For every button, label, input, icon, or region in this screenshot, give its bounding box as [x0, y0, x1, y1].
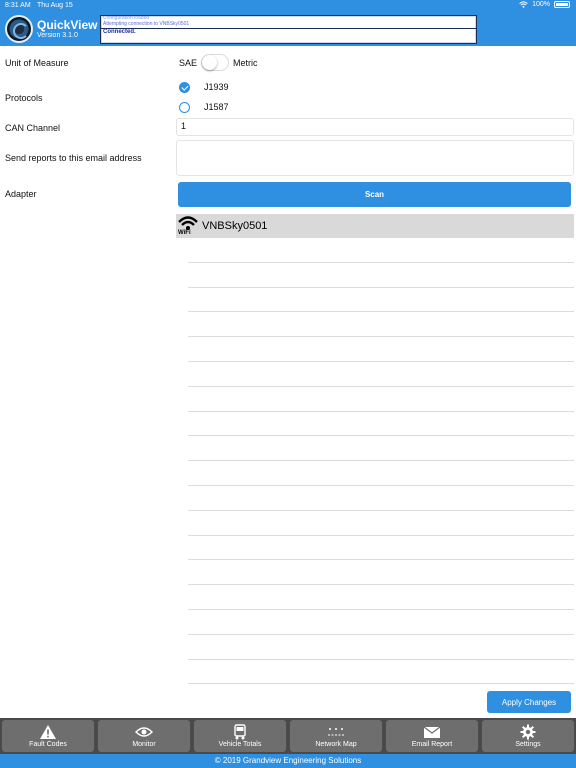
adapter-label: Adapter	[5, 189, 37, 199]
protocol-j1939-radio[interactable]	[179, 82, 190, 93]
unit-of-measure-label: Unit of Measure	[5, 58, 69, 68]
app-header: 8:31 AM Thu Aug 15 100% QuickView Versio…	[0, 0, 576, 46]
toggle-knob	[202, 55, 217, 70]
app-logo	[5, 15, 33, 43]
empty-list-row	[188, 337, 574, 362]
tab-network-map[interactable]: Network Map	[290, 720, 382, 752]
unit-sae-label: SAE	[179, 58, 198, 68]
empty-list-row	[188, 387, 574, 412]
empty-list-row	[188, 635, 574, 660]
status-time: 8:31 AM	[5, 2, 31, 9]
tab-label: Email Report	[411, 741, 453, 748]
empty-list-row	[188, 511, 574, 536]
protocols-label: Protocols	[5, 93, 43, 103]
network-icon	[327, 724, 345, 740]
adapter-device-name: VNBSky0501	[202, 220, 268, 232]
tab-bar: Fault Codes Monitor Vehicle Totals Netwo…	[0, 718, 576, 754]
tab-label: Settings	[515, 741, 541, 748]
protocol-j1939-label[interactable]: J1939	[204, 82, 229, 92]
tab-label: Monitor	[132, 741, 156, 748]
status-date: Thu Aug 15	[37, 2, 73, 9]
tab-label: Network Map	[315, 741, 357, 748]
app-version: Version 3.1.0	[37, 32, 78, 39]
truck-icon	[231, 724, 249, 740]
log-divider	[101, 28, 476, 30]
unit-toggle[interactable]	[201, 54, 229, 71]
wifi-label: WiFi	[178, 230, 191, 236]
empty-list-row	[188, 362, 574, 387]
email-field[interactable]	[176, 140, 574, 176]
copyright-footer: © 2019 Grandview Engineering Solutions	[0, 754, 576, 768]
tab-settings[interactable]: Settings	[482, 720, 574, 752]
empty-list-row	[188, 585, 574, 610]
adapter-list	[188, 238, 574, 685]
email-label: Send reports to this email address	[5, 153, 142, 163]
gear-icon	[519, 724, 537, 740]
protocol-j1587-radio[interactable]	[179, 102, 190, 113]
log-status: Connected.	[103, 29, 136, 36]
can-channel-value: 1	[181, 121, 187, 131]
empty-list-row	[188, 263, 574, 288]
empty-list-row	[188, 610, 574, 635]
warning-icon	[39, 724, 57, 740]
app-title: QuickView	[37, 18, 98, 32]
connection-log[interactable]: Configuration loaded Attempting connecti…	[100, 15, 477, 44]
battery-icon	[554, 1, 570, 8]
scan-button[interactable]: Scan	[178, 182, 571, 207]
empty-list-row	[188, 660, 574, 685]
can-channel-label: CAN Channel	[5, 123, 61, 133]
apply-changes-button[interactable]: Apply Changes	[487, 691, 571, 713]
empty-list-row	[188, 560, 574, 586]
envelope-icon	[423, 724, 441, 740]
empty-list-row	[188, 461, 574, 486]
tab-label: Vehicle Totals	[218, 741, 262, 748]
log-line: Attempting connection to VNBSky0501	[103, 20, 190, 27]
empty-list-row	[188, 436, 574, 462]
wifi-status-icon	[519, 1, 528, 8]
status-right: 100%	[519, 1, 570, 8]
empty-list-row	[188, 238, 574, 263]
battery-percent: 100%	[532, 1, 550, 8]
adapter-device-row[interactable]: WiFi VNBSky0501	[176, 214, 574, 238]
empty-list-row	[188, 412, 574, 437]
tab-email-report[interactable]: Email Report	[386, 720, 478, 752]
tab-label: Fault Codes	[29, 741, 67, 748]
protocol-j1587-label[interactable]: J1587	[204, 102, 229, 112]
can-channel-field[interactable]: 1	[176, 118, 574, 136]
empty-list-row	[188, 288, 574, 313]
tab-monitor[interactable]: Monitor	[98, 720, 190, 752]
tab-vehicle-totals[interactable]: Vehicle Totals	[194, 720, 286, 752]
status-bar: 8:31 AM Thu Aug 15 100%	[0, 0, 576, 12]
tab-fault-codes[interactable]: Fault Codes	[2, 720, 94, 752]
unit-metric-label: Metric	[233, 58, 258, 68]
empty-list-row	[188, 312, 574, 338]
empty-list-row	[188, 486, 574, 511]
eye-icon	[135, 724, 153, 740]
empty-list-row	[188, 536, 574, 561]
